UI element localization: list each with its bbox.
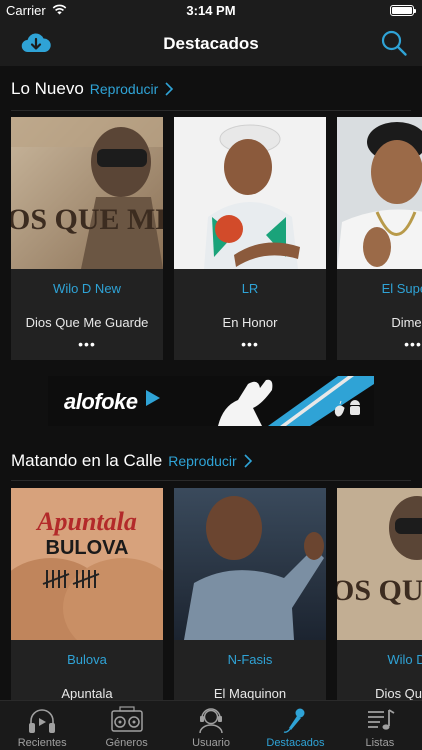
artist-name[interactable]: El Super N bbox=[337, 281, 422, 296]
tab-bar: Recientes Géneros Usuario Destacados Lis… bbox=[0, 700, 422, 750]
song-title: Apuntala bbox=[61, 686, 113, 700]
tab-label: Recientes bbox=[17, 737, 67, 749]
album-art-text: BULOVA bbox=[46, 537, 129, 559]
more-options-icon[interactable]: ••• bbox=[174, 337, 326, 351]
section-title: Lo Nuevo bbox=[11, 79, 84, 98]
artist-name[interactable]: Wilo D New bbox=[11, 281, 163, 296]
section-header-lo-nuevo: Lo Nuevo Reproducir bbox=[11, 77, 174, 101]
chevron-right-icon[interactable] bbox=[243, 454, 253, 468]
song-title: Dios Que Me Guarde bbox=[25, 315, 149, 330]
song-title: Dime C bbox=[391, 315, 422, 330]
artist-name[interactable]: Wilo D N bbox=[337, 652, 422, 667]
page-title: Destacados bbox=[163, 34, 259, 53]
album-art-text: Apuntala bbox=[35, 507, 137, 536]
song-title: En Honor bbox=[222, 315, 278, 330]
status-time: 3:14 PM bbox=[186, 3, 236, 18]
tab-label: Usuario bbox=[192, 737, 230, 749]
tab-recientes[interactable]: Recientes bbox=[0, 701, 84, 750]
tab-label: Géneros bbox=[105, 737, 148, 749]
album-card[interactable]: Apuntala BULOVA Bulova Apuntala ••• bbox=[11, 488, 163, 700]
tab-label: Listas bbox=[365, 737, 395, 749]
artist-name[interactable]: LR bbox=[174, 281, 326, 296]
user-headset-icon bbox=[199, 708, 223, 734]
album-art: OS QUE ME GUARDE bbox=[11, 117, 163, 269]
search-icon[interactable] bbox=[380, 29, 408, 57]
tab-label: Destacados bbox=[266, 737, 325, 749]
album-card[interactable]: OS QUE ME GUARDE Wilo D New Dios Que Me … bbox=[11, 117, 163, 360]
album-card[interactable]: OS QUE ME GUARDE Wilo D N Dios Que Me ••… bbox=[337, 488, 422, 700]
album-card[interactable]: El Super N Dime C ••• bbox=[337, 117, 422, 360]
tab-usuario[interactable]: Usuario bbox=[169, 701, 253, 750]
section-title: Matando en la Calle bbox=[11, 451, 163, 470]
ad-banner[interactable]: alofoke bbox=[48, 376, 374, 426]
nav-bar: Destacados bbox=[0, 22, 422, 66]
album-card[interactable]: LR En Honor ••• bbox=[174, 117, 326, 360]
android-icon bbox=[350, 406, 360, 415]
tab-destacados[interactable]: Destacados bbox=[253, 701, 337, 750]
banner-brand: alofoke bbox=[64, 389, 138, 414]
album-art bbox=[337, 117, 422, 269]
section-header-matando-en-la-calle: Matando en la Calle Reproducir bbox=[11, 449, 253, 473]
album-art bbox=[174, 117, 326, 269]
album-card[interactable]: N-Fasis El Maquinon ••• bbox=[174, 488, 326, 700]
album-art: OS QUE ME GUARDE bbox=[337, 488, 422, 640]
play-all-link[interactable]: Reproducir bbox=[168, 453, 236, 469]
more-options-icon[interactable]: ••• bbox=[337, 337, 422, 351]
playlist-icon bbox=[367, 709, 395, 730]
artist-name[interactable]: Bulova bbox=[11, 652, 163, 667]
album-art-text: OS QUE ME GUARDE bbox=[337, 574, 422, 607]
chevron-right-icon[interactable] bbox=[164, 82, 174, 96]
album-art-text: OS QUE ME GUARDE bbox=[11, 203, 163, 236]
boombox-icon bbox=[110, 706, 143, 732]
more-options-icon[interactable]: ••• bbox=[11, 337, 163, 351]
headphones-icon bbox=[29, 709, 56, 733]
artist-name[interactable]: N-Fasis bbox=[174, 652, 326, 667]
song-title: Dios Que Me bbox=[375, 686, 422, 700]
divider bbox=[11, 480, 411, 481]
album-row-lo-nuevo: OS QUE ME GUARDE Wilo D New Dios Que Me … bbox=[11, 117, 422, 367]
album-art bbox=[174, 488, 326, 640]
tab-listas[interactable]: Listas bbox=[338, 701, 422, 750]
microphone-icon bbox=[284, 708, 305, 733]
status-bar: Carrier 3:14 PM bbox=[0, 0, 422, 22]
battery-icon bbox=[390, 5, 416, 16]
song-title: El Maquinon bbox=[213, 686, 287, 700]
play-all-link[interactable]: Reproducir bbox=[90, 81, 158, 97]
album-row-matando-en-la-calle: Apuntala BULOVA Bulova Apuntala ••• N-Fa… bbox=[11, 488, 422, 700]
tab-generos[interactable]: Géneros bbox=[84, 701, 168, 750]
divider bbox=[11, 110, 411, 111]
album-art: Apuntala BULOVA bbox=[11, 488, 163, 640]
